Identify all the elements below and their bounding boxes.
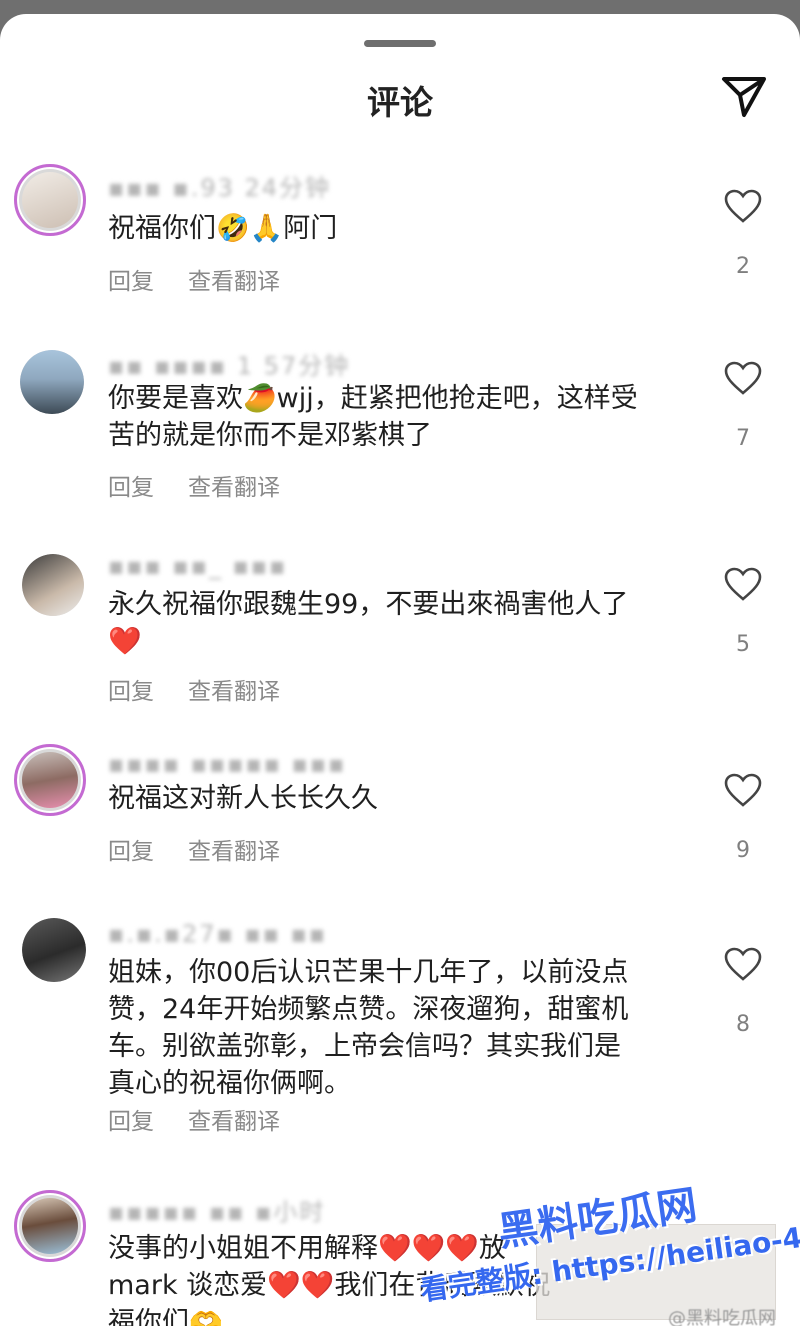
avatar[interactable] xyxy=(22,918,86,982)
watermark-weibo: @黑料吃瓜网 xyxy=(668,1308,776,1326)
avatar[interactable] xyxy=(22,554,84,616)
like-count: 8 xyxy=(736,1012,750,1037)
comment-text: 姐妹，你00后认识芒果十几年了，以前没点 赞，24年开始频繁点赞。深夜遛狗，甜蜜… xyxy=(108,957,629,1099)
reply-button[interactable]: 回复 xyxy=(108,1109,154,1135)
page-title: 评论 xyxy=(367,83,433,122)
avatar[interactable] xyxy=(14,744,86,816)
like-count: 2 xyxy=(736,254,750,279)
heart-icon[interactable] xyxy=(723,772,763,808)
avatar[interactable] xyxy=(14,1190,86,1262)
comment-actions: 回复 查看翻译 xyxy=(108,262,314,296)
username[interactable]: ▪▪ ▪▪▪▪ 1 57分钟 xyxy=(108,346,350,381)
comment-actions: 回复 查看翻译 xyxy=(108,672,314,706)
heart-icon[interactable] xyxy=(723,188,763,224)
translate-button[interactable]: 查看翻译 xyxy=(188,475,280,501)
reply-button[interactable]: 回复 xyxy=(108,679,154,705)
comment-actions: 回复 查看翻译 xyxy=(108,1102,314,1136)
drag-handle[interactable] xyxy=(364,40,436,47)
username[interactable]: ▪▪▪▪▪ ▪▪ ▪小时 xyxy=(108,1192,325,1227)
reply-button[interactable]: 回复 xyxy=(108,269,154,295)
translate-button[interactable]: 查看翻译 xyxy=(188,839,280,865)
heart-icon[interactable] xyxy=(723,946,763,982)
username[interactable]: ▪▪▪ ▪.93 24分钟 xyxy=(108,168,331,203)
translate-button[interactable]: 查看翻译 xyxy=(188,679,280,705)
comment-text: 永久祝福你跟魏生99，不要出來禍害他人了 ❤️ xyxy=(108,589,629,657)
avatar[interactable] xyxy=(14,164,86,236)
comment-actions: 回复 查看翻译 xyxy=(108,832,314,866)
like-count: 7 xyxy=(736,426,750,451)
avatar[interactable] xyxy=(20,350,84,414)
username[interactable]: ▪▪▪▪ ▪▪▪▪▪ ▪▪▪ xyxy=(108,750,346,778)
comment-text: 祝福这对新人长长久久 xyxy=(108,783,378,814)
reply-button[interactable]: 回复 xyxy=(108,475,154,501)
translate-button[interactable]: 查看翻译 xyxy=(188,269,280,295)
heart-icon[interactable] xyxy=(723,360,763,396)
reply-button[interactable]: 回复 xyxy=(108,839,154,865)
heart-icon[interactable] xyxy=(723,566,763,602)
like-count: 5 xyxy=(736,632,750,657)
comment-text: 你要是喜欢🥭wjj，赶紧把他抢走吧，这样受 苦的就是你而不是邓紫棋了 xyxy=(108,383,638,451)
username[interactable]: ▪▪▪ ▪▪_ ▪▪▪ xyxy=(108,552,287,580)
send-icon[interactable] xyxy=(718,69,770,121)
comment-text: 祝福你们🤣🙏阿门 xyxy=(108,213,338,244)
like-count: 9 xyxy=(736,838,750,863)
comment-actions: 回复 查看翻译 xyxy=(108,468,314,502)
translate-button[interactable]: 查看翻译 xyxy=(188,1109,280,1135)
username[interactable]: ▪.▪.▪27▪ ▪▪ ▪▪ xyxy=(108,920,327,948)
comments-sheet: 评论 ▪▪▪ ▪.93 24分钟 祝福你们🤣🙏阿门 回复 查看翻译 2 ▪▪ ▪▪… xyxy=(0,14,800,1326)
